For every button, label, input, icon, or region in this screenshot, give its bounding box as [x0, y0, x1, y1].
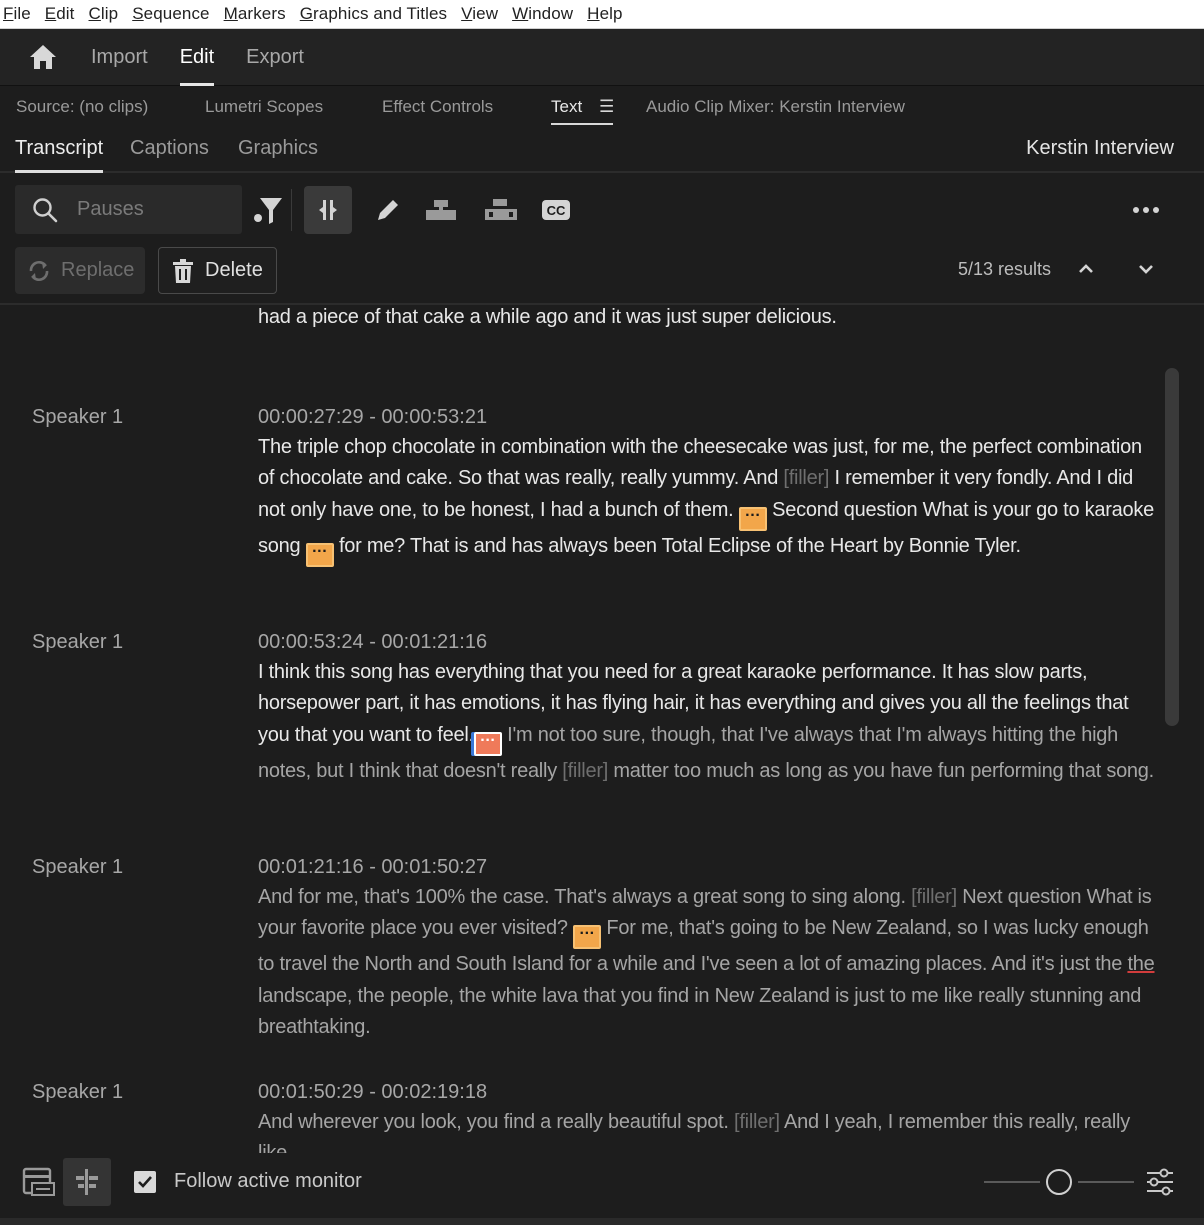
- menu-edit[interactable]: Edit: [45, 4, 75, 24]
- timecode[interactable]: 00:01:50:29 - 00:02:19:18: [258, 1081, 487, 1104]
- transcript-paragraph[interactable]: I think this song has everything that yo…: [258, 657, 1158, 787]
- menu-markers[interactable]: Markers: [224, 4, 286, 24]
- speaker-label[interactable]: Speaker 1: [32, 631, 123, 654]
- tab-audio-clip-mixer[interactable]: Audio Clip Mixer: Kerstin Interview: [646, 97, 905, 117]
- toolbar-divider: [291, 189, 292, 231]
- align-segments-icon[interactable]: [63, 1158, 111, 1206]
- tab-active-underline: [551, 123, 613, 125]
- next-result-icon[interactable]: [1134, 257, 1158, 281]
- window-bottom-edge: [0, 1218, 1204, 1225]
- workspace-tab-import[interactable]: Import: [91, 29, 148, 86]
- transcript-text[interactable]: for me? That is and has always been Tota…: [334, 535, 1021, 557]
- replace-button[interactable]: Replace: [15, 247, 145, 294]
- search-results-count: 5/13 results: [958, 259, 1052, 279]
- transcript-view[interactable]: had a piece of that cake a while ago and…: [0, 307, 1182, 1153]
- search-icon: [33, 197, 58, 222]
- menu-window[interactable]: Window: [512, 4, 573, 24]
- transcript-paragraph[interactable]: And wherever you look, you find a really…: [258, 1107, 1158, 1153]
- timeline-sync-icon[interactable]: [15, 1158, 63, 1206]
- transcript-text[interactable]: landscape, the people, the white lava th…: [258, 985, 1141, 1038]
- tab-text-label: Text: [551, 97, 583, 116]
- follow-active-monitor-label: Follow active monitor: [174, 1170, 362, 1192]
- home-icon[interactable]: [29, 43, 57, 71]
- workspace-tab-export[interactable]: Export: [246, 29, 304, 86]
- search-placeholder: Pauses: [77, 198, 144, 220]
- refresh-icon: [29, 260, 49, 281]
- menu-file[interactable]: File: [3, 4, 31, 24]
- menu-view[interactable]: View: [461, 4, 498, 24]
- workspace-header: Import Edit Export: [0, 29, 1204, 86]
- pause-marker-selected[interactable]: ···: [473, 731, 502, 756]
- menu-sequence[interactable]: Sequence: [132, 4, 209, 24]
- insert-below-icon[interactable]: [482, 191, 520, 229]
- menu-bar: File Edit Clip Sequence Markers Graphics…: [0, 0, 1204, 29]
- timecode[interactable]: 00:00:27:29 - 00:00:53:21: [258, 406, 487, 429]
- pause-marker[interactable]: ···: [738, 506, 767, 531]
- speaker-label[interactable]: Speaker 1: [32, 856, 123, 879]
- spelling-flag[interactable]: the: [1127, 953, 1154, 975]
- transcript-paragraph[interactable]: And for me, that's 100% the case. That's…: [258, 882, 1158, 1044]
- speaker-label[interactable]: Speaker 1: [32, 1081, 123, 1104]
- zoom-slider-knob[interactable]: [1046, 1169, 1072, 1195]
- timecode[interactable]: 00:00:53:24 - 00:01:21:16: [258, 631, 487, 654]
- speaker-label[interactable]: Speaker 1: [32, 406, 123, 429]
- menu-clip[interactable]: Clip: [89, 4, 119, 24]
- insert-above-icon[interactable]: [422, 191, 460, 229]
- transcript-text[interactable]: And wherever you look, you find a really…: [258, 1111, 734, 1133]
- transcript-paragraph[interactable]: The triple chop chocolate in combination…: [258, 432, 1158, 567]
- svg-text:CC: CC: [547, 203, 566, 218]
- follow-active-monitor-checkbox[interactable]: [134, 1171, 156, 1193]
- tab-captions[interactable]: Captions: [130, 137, 209, 160]
- tab-lumetri-scopes[interactable]: Lumetri Scopes: [205, 97, 323, 117]
- closed-captions-icon[interactable]: CC: [537, 191, 575, 229]
- edit-pencil-icon[interactable]: [369, 191, 407, 229]
- tab-source[interactable]: Source: (no clips): [16, 97, 148, 117]
- text-panel-subtabs: Transcript Captions Graphics Kerstin Int…: [0, 127, 1204, 173]
- tab-transcript-label: Transcript: [15, 137, 104, 159]
- delete-label: Delete: [205, 259, 263, 281]
- tab-transcript[interactable]: Transcript: [15, 137, 104, 173]
- tab-graphics[interactable]: Graphics: [238, 137, 318, 160]
- pause-marker[interactable]: ···: [573, 925, 602, 950]
- split-segment-icon[interactable]: [304, 186, 352, 234]
- panel-menu-icon[interactable]: ☰: [599, 97, 614, 117]
- tab-text[interactable]: Text ☰: [551, 97, 614, 125]
- filter-icon[interactable]: [249, 191, 287, 229]
- pause-marker[interactable]: ···: [305, 542, 334, 567]
- delete-button[interactable]: Delete: [158, 247, 277, 294]
- previous-result-icon[interactable]: [1074, 257, 1098, 281]
- transcript-footer: Follow active monitor: [0, 1153, 1204, 1225]
- tab-effect-controls[interactable]: Effect Controls: [382, 97, 493, 117]
- replace-label: Replace: [61, 259, 135, 281]
- sequence-name: Kerstin Interview: [1026, 137, 1174, 159]
- transcript-text[interactable]: matter too much as long as you have fun …: [608, 760, 1154, 782]
- zoom-slider-track[interactable]: [1078, 1181, 1134, 1183]
- trash-icon: [173, 258, 193, 283]
- transcript-text[interactable]: And for me, that's 100% the case. That's…: [258, 886, 911, 908]
- transcript-toolbar: Pauses CC: [0, 175, 1204, 241]
- zoom-slider-track[interactable]: [984, 1181, 1040, 1183]
- filler-word[interactable]: [filler]: [734, 1111, 780, 1133]
- panel-tab-bar: Source: (no clips) Lumetri Scopes Effect…: [0, 87, 1204, 127]
- more-options-icon[interactable]: [1127, 191, 1165, 229]
- menu-help[interactable]: Help: [587, 4, 622, 24]
- filler-word[interactable]: [filler]: [783, 467, 829, 489]
- transcript-scrollbar[interactable]: [1165, 368, 1179, 726]
- timecode[interactable]: 00:01:21:16 - 00:01:50:27: [258, 856, 487, 879]
- filler-word[interactable]: [filler]: [562, 760, 608, 782]
- transcript-text[interactable]: had a piece of that cake a while ago and…: [258, 307, 1158, 333]
- workspace-tab-edit[interactable]: Edit: [179, 29, 215, 86]
- search-field[interactable]: Pauses: [15, 185, 242, 234]
- tab-active-underline: [15, 170, 104, 173]
- search-actions-row: Replace Delete 5/13 results: [0, 241, 1204, 305]
- filler-word[interactable]: [filler]: [911, 886, 957, 908]
- settings-sliders-icon[interactable]: [1136, 1158, 1184, 1206]
- menu-graphics-titles[interactable]: Graphics and Titles: [300, 4, 447, 24]
